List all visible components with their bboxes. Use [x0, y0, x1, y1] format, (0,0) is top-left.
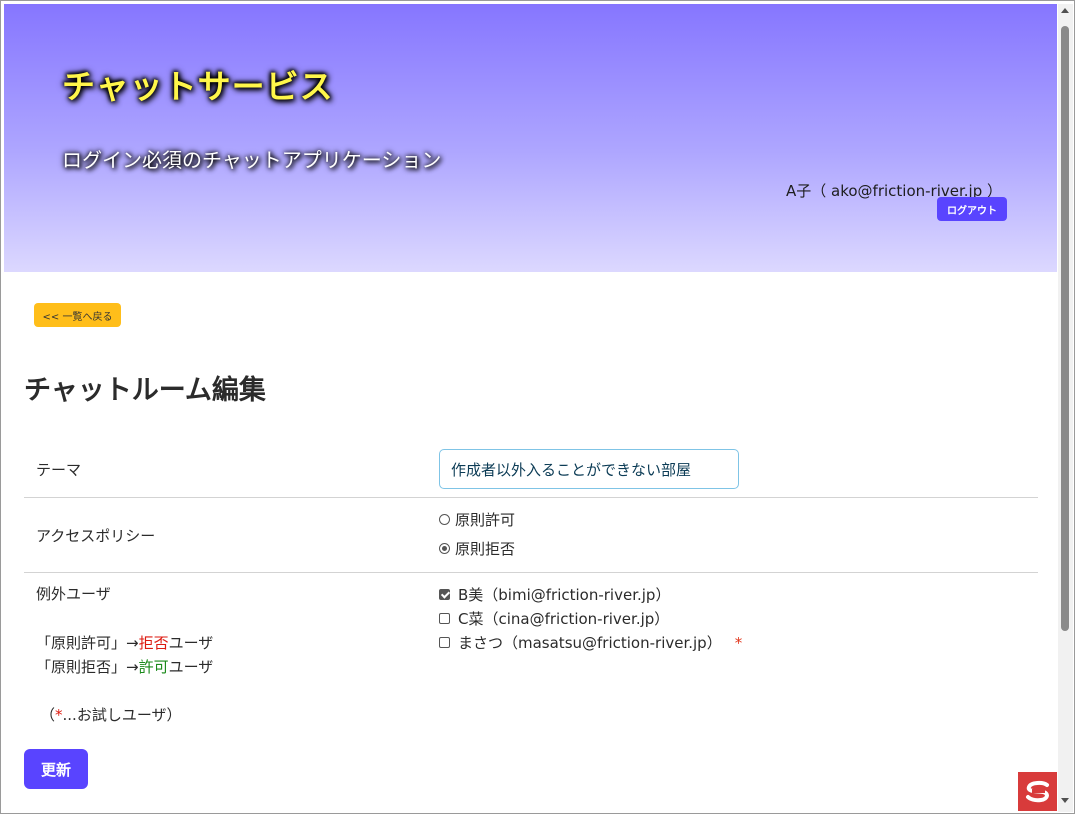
checkbox-bimi[interactable]: [439, 589, 450, 600]
trial-user-mark: *: [734, 633, 743, 652]
vertical-scrollbar[interactable]: [1058, 4, 1073, 812]
user-option-cina-label: C菜（cina@friction-river.jp）: [458, 610, 670, 628]
trial-note-star: *: [55, 706, 63, 724]
checkbox-cina[interactable]: [439, 613, 450, 624]
checkbox-masatsu[interactable]: [439, 637, 450, 648]
user-option-masatsu-label: まさつ（masatsu@friction-river.jp）: [458, 634, 722, 652]
s-logo-icon[interactable]: [1018, 772, 1057, 811]
scroll-up-arrow-icon[interactable]: [1061, 8, 1069, 13]
user-option-bimi[interactable]: B美（bimi@friction-river.jp）: [439, 584, 670, 605]
user-option-masatsu[interactable]: まさつ（masatsu@friction-river.jp） *: [439, 632, 742, 653]
help-allow-line: 「原則許可」→拒否ユーザ: [36, 632, 213, 653]
theme-label: テーマ: [36, 461, 82, 479]
access-option-allow[interactable]: 原則許可: [439, 509, 515, 530]
radio-allow[interactable]: [439, 514, 450, 525]
trial-user-note: （*...お試しユーザ）: [40, 704, 182, 725]
back-to-list-button[interactable]: << 一覧へ戻る: [34, 303, 121, 327]
exception-users-label: 例外ユーザ: [36, 585, 111, 603]
help-allow-word: 拒否: [138, 634, 169, 652]
site-subtitle: ログイン必須のチャットアプリケーション: [62, 148, 442, 172]
help-deny-prefix: 「原則拒否」→: [36, 658, 139, 676]
logout-button[interactable]: ログアウト: [937, 197, 1007, 221]
radio-deny[interactable]: [439, 543, 450, 554]
theme-input[interactable]: [439, 449, 739, 489]
update-button[interactable]: 更新: [24, 749, 88, 789]
help-allow-suffix: ユーザ: [168, 634, 214, 652]
site-header: チャットサービス ログイン必須のチャットアプリケーション A子（ ako@fri…: [4, 4, 1057, 272]
page-title: チャットルーム編集: [24, 375, 266, 406]
scroll-down-arrow-icon[interactable]: [1061, 798, 1069, 803]
help-allow-prefix: 「原則許可」→: [36, 634, 139, 652]
user-option-bimi-label: B美（bimi@friction-river.jp）: [458, 586, 671, 604]
trial-note-text: ...お試しユーザ）: [62, 706, 182, 724]
row-divider: [24, 497, 1038, 498]
site-title: チャットサービス: [62, 67, 334, 106]
access-policy-label: アクセスポリシー: [36, 527, 156, 545]
row-divider: [24, 572, 1038, 573]
trial-note-open: （: [40, 706, 56, 724]
user-option-cina[interactable]: C菜（cina@friction-river.jp）: [439, 608, 669, 629]
access-option-deny-label: 原則拒否: [455, 540, 516, 558]
help-deny-suffix: ユーザ: [168, 658, 214, 676]
help-deny-word: 許可: [138, 658, 169, 676]
access-option-deny[interactable]: 原則拒否: [439, 538, 515, 559]
help-deny-line: 「原則拒否」→許可ユーザ: [36, 656, 213, 677]
scroll-thumb[interactable]: [1061, 26, 1069, 631]
browser-viewport: チャットサービス ログイン必須のチャットアプリケーション A子（ ako@fri…: [0, 0, 1075, 814]
access-option-allow-label: 原則許可: [455, 511, 516, 529]
